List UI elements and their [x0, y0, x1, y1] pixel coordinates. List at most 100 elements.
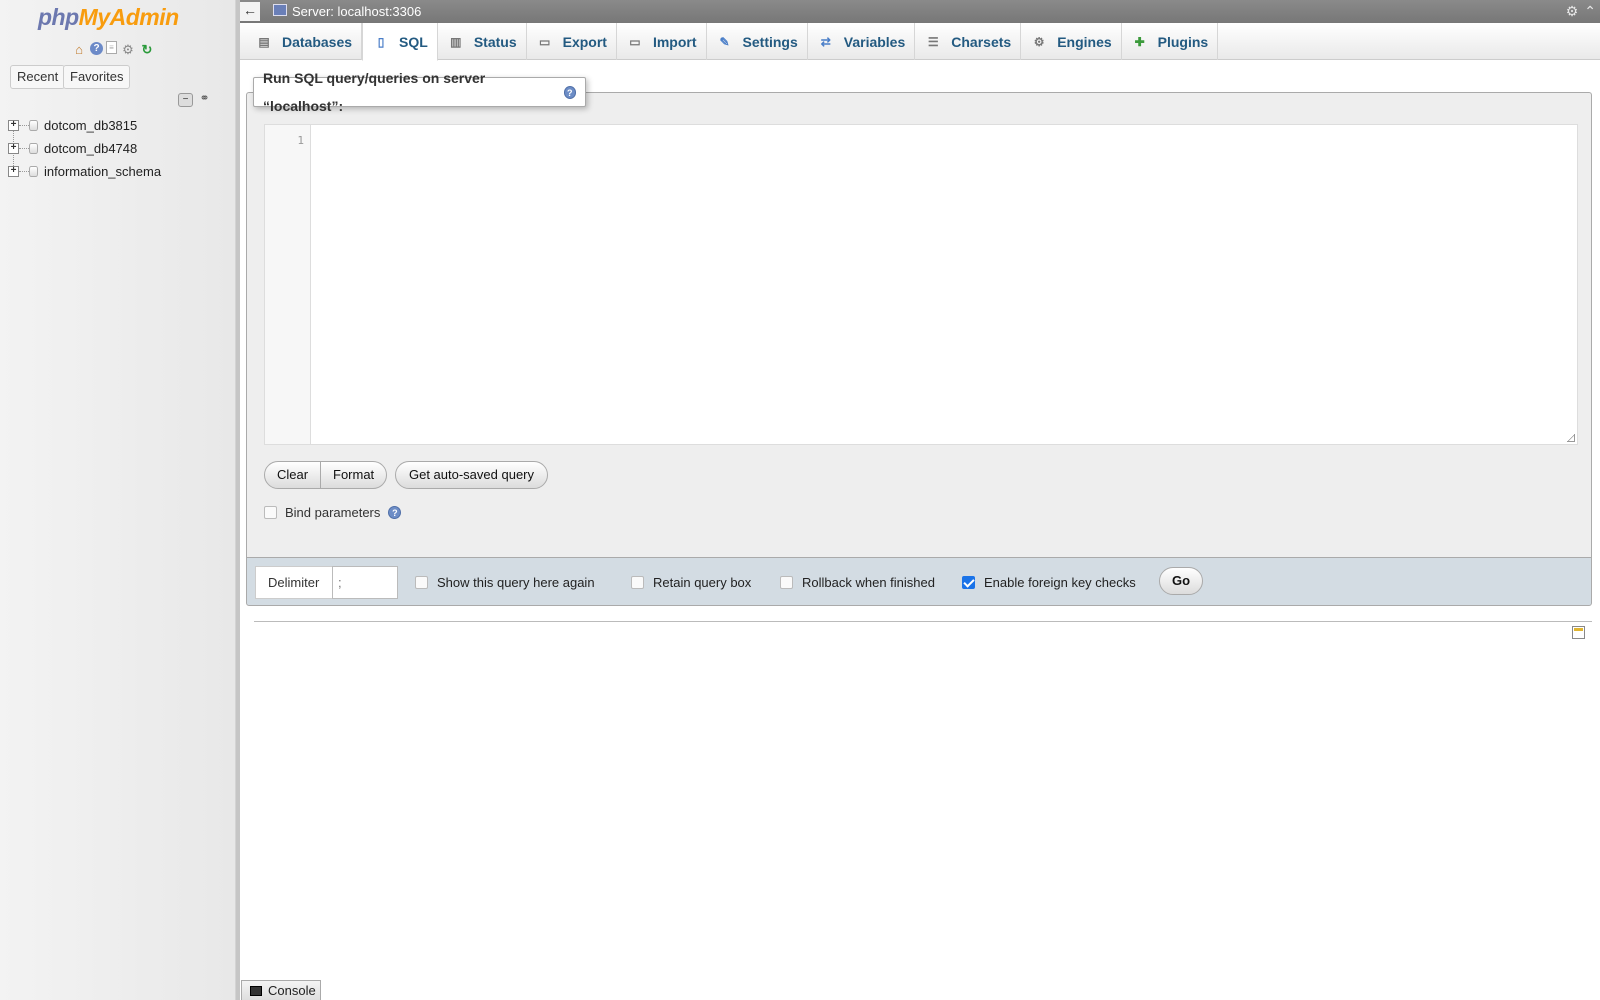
- engines-icon: ⚙: [1033, 34, 1045, 49]
- help-icon[interactable]: ?: [388, 506, 402, 519]
- database-icon: [29, 166, 38, 177]
- collapse-topbar-icon[interactable]: ⌃: [1584, 3, 1596, 20]
- recent-button[interactable]: Recent: [10, 65, 66, 89]
- foreign-key-checks-label[interactable]: Enable foreign key checks: [984, 575, 1136, 590]
- delimiter-input[interactable]: ;: [332, 566, 398, 599]
- wrench-icon: ✎: [719, 34, 730, 49]
- line-number-gutter: 1: [265, 125, 311, 444]
- database-name[interactable]: dotcom_db4748: [44, 141, 137, 156]
- variables-icon: ⇄: [820, 34, 831, 49]
- link-with-main-icon[interactable]: ⚭: [197, 92, 212, 107]
- line-number: 1: [297, 134, 304, 147]
- rollback-label[interactable]: Rollback when finished: [802, 575, 935, 590]
- phpmyadmin-logo[interactable]: phpMyAdmin: [38, 4, 179, 31]
- clear-button[interactable]: Clear: [264, 461, 321, 489]
- database-name[interactable]: dotcom_db3815: [44, 118, 137, 133]
- help-icon[interactable]: ?: [563, 85, 576, 99]
- editor-resize-handle[interactable]: [1567, 434, 1575, 442]
- tab-label: Import: [652, 33, 697, 50]
- nav-icon-bar: ⌂ ? ≡ ⚙ ↻: [71, 41, 155, 57]
- bind-parameters-label[interactable]: Bind parameters: [285, 505, 380, 520]
- logo-part-myadmin: MyAdmin: [78, 4, 180, 30]
- sql-query-editor[interactable]: 1: [264, 124, 1578, 445]
- tab-label: Engines: [1057, 33, 1112, 50]
- tree-connector: [19, 125, 29, 126]
- charsets-icon: ☰: [927, 34, 939, 49]
- favorites-button[interactable]: Favorites: [63, 65, 131, 89]
- console-label: Console: [268, 983, 316, 998]
- section-divider: [254, 621, 1592, 622]
- tab-variables[interactable]: ⇄ Variables: [808, 23, 916, 60]
- database-name[interactable]: information_schema: [44, 164, 161, 179]
- show-query-again-label[interactable]: Show this query here again: [437, 575, 595, 590]
- show-query-again-option[interactable]: Show this query here again: [415, 575, 595, 590]
- go-button[interactable]: Go: [1159, 567, 1203, 595]
- tab-status[interactable]: ▥ Status: [438, 23, 527, 60]
- query-options-bar: Delimiter ; Show this query here again R…: [246, 557, 1592, 606]
- sql-icon: ▯: [377, 34, 385, 49]
- retain-query-box-option[interactable]: Retain query box: [631, 575, 751, 590]
- delimiter-label: Delimiter: [255, 566, 332, 599]
- retain-query-box-label[interactable]: Retain query box: [653, 575, 751, 590]
- tab-label: Export: [562, 33, 607, 50]
- tab-charsets[interactable]: ☰ Charsets: [915, 23, 1022, 60]
- expand-icon[interactable]: +: [8, 143, 19, 154]
- rollback-checkbox[interactable]: [780, 576, 793, 589]
- tab-label: SQL: [399, 33, 428, 50]
- bind-parameters-row: Bind parameters ?: [264, 505, 402, 520]
- plugins-icon: ✚: [1134, 34, 1145, 49]
- tab-label: Status: [473, 33, 517, 50]
- logo-part-php: php: [38, 4, 79, 30]
- expand-icon[interactable]: +: [8, 120, 19, 131]
- console-toggle[interactable]: Console: [241, 980, 321, 1000]
- show-query-again-checkbox[interactable]: [415, 576, 428, 589]
- bind-parameters-checkbox[interactable]: [264, 506, 277, 519]
- expand-icon[interactable]: +: [8, 166, 19, 177]
- server-icon: [273, 4, 287, 16]
- get-auto-saved-query-button[interactable]: Get auto-saved query: [395, 461, 548, 489]
- rollback-option[interactable]: Rollback when finished: [780, 575, 935, 590]
- foreign-key-checks-checkbox[interactable]: [962, 576, 975, 589]
- settings-icon[interactable]: ⚙: [120, 41, 136, 57]
- help-icon[interactable]: ?: [90, 42, 103, 55]
- import-icon: ▭: [629, 34, 641, 49]
- tab-import[interactable]: ▭ Import: [617, 23, 707, 60]
- tab-label: Settings: [742, 33, 798, 50]
- database-icon: [29, 143, 38, 154]
- server-breadcrumb[interactable]: Server: localhost:3306: [292, 4, 421, 19]
- tree-connector: [19, 148, 29, 149]
- server-breadcrumb-bar: ← Server: localhost:3306 ⚙ ⌃: [240, 0, 1600, 23]
- tree-connector: [19, 171, 29, 172]
- tab-databases[interactable]: ▤ Databases: [246, 23, 363, 60]
- tab-engines[interactable]: ⚙ Engines: [1021, 23, 1122, 60]
- tab-label: Charsets: [951, 33, 1012, 50]
- tab-sql[interactable]: ▯ SQL: [362, 23, 438, 61]
- collapse-nav-arrow-icon[interactable]: ←: [240, 2, 260, 21]
- tab-label: Plugins: [1157, 33, 1209, 50]
- tree-item-db-1[interactable]: + dotcom_db4748: [8, 137, 161, 160]
- home-icon[interactable]: ⌂: [71, 41, 87, 57]
- tree-item-db-2[interactable]: + information_schema: [8, 160, 161, 183]
- retain-query-box-checkbox[interactable]: [631, 576, 644, 589]
- format-button[interactable]: Format: [320, 461, 387, 489]
- navigation-panel: phpMyAdmin ⌂ ? ≡ ⚙ ↻ Recent Favorites − …: [0, 0, 236, 1000]
- status-icon: ▥: [450, 34, 462, 49]
- tab-settings[interactable]: ✎ Settings: [707, 23, 808, 60]
- main-menu: ▤ Databases ▯ SQL ▥ Status ▭ Export ▭ Import …: [240, 23, 1600, 61]
- database-icon: ▤: [258, 34, 270, 49]
- tab-export[interactable]: ▭ Export: [527, 23, 617, 60]
- tree-item-db-0[interactable]: + dotcom_db3815: [8, 114, 161, 137]
- tree-controls: − ⚭: [178, 92, 212, 107]
- sql-legend: Run SQL query/queries on server “localho…: [253, 70, 586, 114]
- page-settings-icon[interactable]: ⚙: [1566, 3, 1579, 20]
- tab-plugins[interactable]: ✚ Plugins: [1122, 23, 1219, 60]
- tab-label: Databases: [282, 33, 353, 50]
- reload-icon[interactable]: ↻: [139, 41, 155, 57]
- docs-icon[interactable]: ≡: [106, 41, 117, 54]
- collapse-all-icon[interactable]: −: [178, 93, 193, 107]
- navigation-resizer[interactable]: [236, 0, 240, 1000]
- database-icon: [29, 120, 38, 131]
- foreign-key-checks-option[interactable]: Enable foreign key checks: [962, 575, 1136, 590]
- sql-legend-text: Run SQL query/queries on server “localho…: [263, 70, 486, 114]
- bookmark-icon[interactable]: [1572, 626, 1585, 639]
